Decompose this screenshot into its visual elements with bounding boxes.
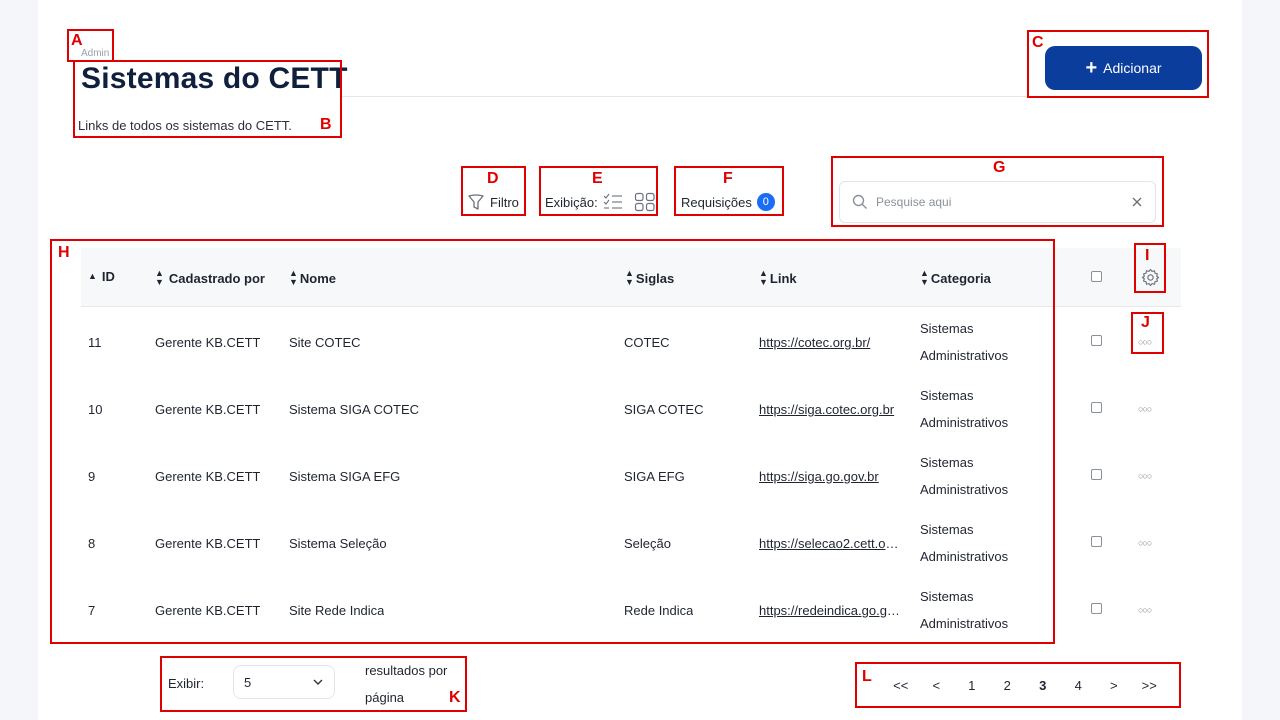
row-checkbox[interactable] [1091, 335, 1102, 346]
row-checkbox[interactable] [1091, 536, 1102, 547]
select-all-checkbox[interactable] [1091, 271, 1102, 282]
annotation-label-l: L [862, 668, 872, 685]
annotation-box-l [855, 662, 1181, 708]
annotation-label-i: I [1145, 247, 1150, 264]
annotation-label-g: G [993, 159, 1006, 176]
annotation-label-c: C [1032, 34, 1044, 51]
row-checkbox[interactable] [1091, 402, 1102, 413]
row-actions-icon[interactable]: ○○○ [1138, 404, 1152, 414]
annotation-label-b: B [320, 116, 332, 133]
annotation-label-d: D [487, 170, 499, 187]
row-actions-icon[interactable]: ○○○ [1138, 538, 1152, 548]
annotation-label-j: J [1141, 314, 1150, 331]
annotation-label-h: H [58, 244, 70, 261]
annotation-label-f: F [723, 170, 733, 187]
annotation-label-k: K [449, 689, 461, 706]
annotation-box-i [1134, 243, 1166, 293]
annotation-label-a: A [71, 32, 83, 49]
annotation-box-b [73, 60, 342, 138]
annotation-label-e: E [592, 170, 603, 187]
annotation-box-k [160, 656, 467, 712]
annotation-box-h [50, 239, 1055, 644]
row-checkbox[interactable] [1091, 469, 1102, 480]
row-checkbox[interactable] [1091, 603, 1102, 614]
annotation-box-c [1027, 30, 1209, 98]
row-actions-icon[interactable]: ○○○ [1138, 605, 1152, 615]
row-actions-icon[interactable]: ○○○ [1138, 471, 1152, 481]
